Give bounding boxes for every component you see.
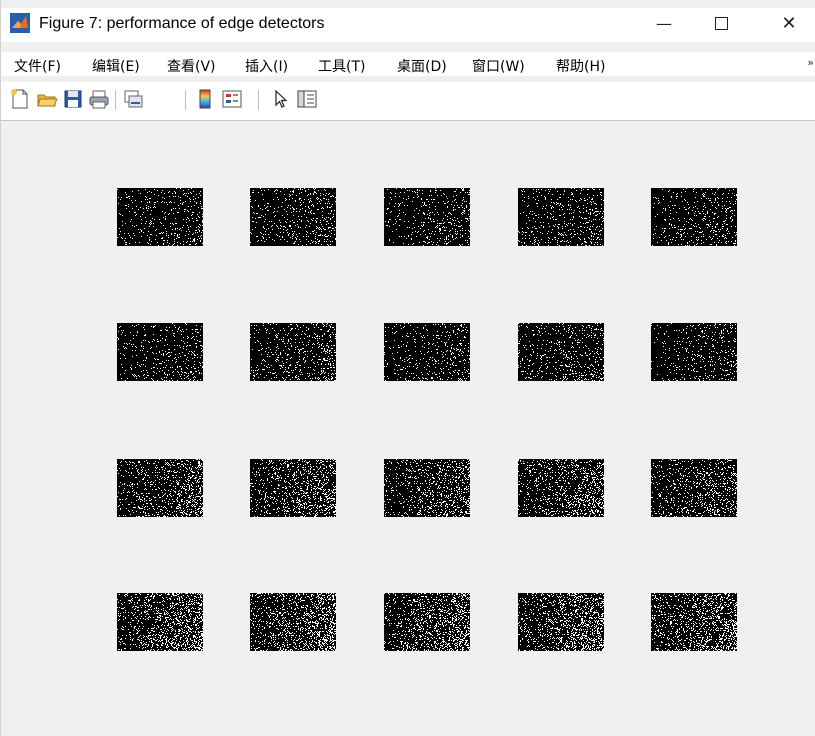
subplot-axes[interactable] bbox=[518, 323, 604, 381]
toolbar-separator bbox=[115, 90, 116, 110]
legend-icon[interactable] bbox=[221, 88, 243, 110]
menu-desktop[interactable]: 桌面(D) bbox=[397, 56, 447, 76]
menu-overflow-icon[interactable]: » bbox=[807, 56, 814, 69]
minimize-icon: — bbox=[656, 13, 672, 33]
figure-toolbar bbox=[1, 82, 815, 121]
window-title: Figure 7: performance of edge detectors bbox=[39, 15, 325, 32]
pointer-icon[interactable] bbox=[270, 88, 292, 110]
title-bar[interactable]: Figure 7: performance of edge detectors … bbox=[1, 8, 815, 42]
subplot-axes[interactable] bbox=[518, 188, 604, 246]
subplot-axes[interactable] bbox=[384, 459, 470, 517]
subplot-axes[interactable] bbox=[518, 593, 604, 651]
subplot-axes[interactable] bbox=[117, 459, 203, 517]
subplot-axes[interactable] bbox=[117, 593, 203, 651]
subplot-axes[interactable] bbox=[651, 323, 737, 381]
edge-map-image bbox=[651, 593, 737, 651]
edge-map-image bbox=[651, 323, 737, 381]
edge-map-image bbox=[518, 593, 604, 651]
subplot-axes[interactable] bbox=[651, 593, 737, 651]
print-icon[interactable] bbox=[88, 88, 110, 110]
plot-browser-icon[interactable] bbox=[296, 88, 318, 110]
edge-map-image bbox=[117, 593, 203, 651]
menu-help[interactable]: 帮助(H) bbox=[556, 56, 605, 76]
close-button[interactable]: ✕ bbox=[766, 8, 812, 38]
menu-view[interactable]: 查看(V) bbox=[167, 56, 216, 76]
colorbar-icon[interactable] bbox=[194, 88, 216, 110]
menu-window[interactable]: 窗口(W) bbox=[472, 56, 525, 76]
subplot-axes[interactable] bbox=[651, 459, 737, 517]
subplot-axes[interactable] bbox=[651, 188, 737, 246]
toolbar-separator bbox=[258, 90, 259, 110]
matlab-app-icon bbox=[10, 13, 30, 33]
edge-map-image bbox=[651, 459, 737, 517]
edge-map-image bbox=[384, 459, 470, 517]
toolbar-separator bbox=[185, 90, 186, 110]
edge-map-image bbox=[384, 188, 470, 246]
edge-map-image bbox=[250, 459, 336, 517]
subplot-axes[interactable] bbox=[117, 188, 203, 246]
menu-insert[interactable]: 插入(I) bbox=[245, 56, 288, 76]
edge-map-image bbox=[250, 188, 336, 246]
menu-file[interactable]: 文件(F) bbox=[14, 56, 61, 76]
edge-map-image bbox=[117, 323, 203, 381]
edge-map-image bbox=[518, 188, 604, 246]
maximize-button[interactable] bbox=[698, 8, 744, 38]
edge-map-image bbox=[518, 323, 604, 381]
subplot-axes[interactable] bbox=[384, 188, 470, 246]
figure-window: Figure 7: performance of edge detectors … bbox=[0, 0, 815, 736]
maximize-icon bbox=[714, 16, 728, 30]
edge-map-image bbox=[117, 188, 203, 246]
subplot-axes[interactable] bbox=[250, 593, 336, 651]
subplot-axes[interactable] bbox=[117, 323, 203, 381]
save-icon[interactable] bbox=[62, 88, 84, 110]
edge-map-image bbox=[518, 459, 604, 517]
edge-map-image bbox=[250, 593, 336, 651]
subplot-axes[interactable] bbox=[384, 593, 470, 651]
menu-tools[interactable]: 工具(T) bbox=[318, 56, 365, 76]
subplot-axes[interactable] bbox=[384, 323, 470, 381]
minimize-button[interactable]: — bbox=[641, 8, 687, 38]
subplot-axes[interactable] bbox=[250, 459, 336, 517]
edge-map-image bbox=[384, 323, 470, 381]
edge-map-image bbox=[250, 323, 336, 381]
open-file-icon[interactable] bbox=[36, 88, 58, 110]
new-figure-icon[interactable] bbox=[9, 88, 31, 110]
edge-map-image bbox=[384, 593, 470, 651]
close-icon: ✕ bbox=[781, 12, 797, 34]
subplot-axes[interactable] bbox=[250, 323, 336, 381]
subplot-axes[interactable] bbox=[250, 188, 336, 246]
menu-edit[interactable]: 编辑(E) bbox=[92, 56, 140, 76]
edge-map-image bbox=[652, 188, 737, 246]
subplot-axes[interactable] bbox=[518, 459, 604, 517]
edge-map-image bbox=[117, 459, 203, 517]
link-plot-icon[interactable] bbox=[122, 88, 144, 110]
menu-bar: 文件(F) 编辑(E) 查看(V) 插入(I) 工具(T) 桌面(D) 窗口(W… bbox=[1, 52, 815, 76]
figure-canvas bbox=[2, 121, 815, 736]
